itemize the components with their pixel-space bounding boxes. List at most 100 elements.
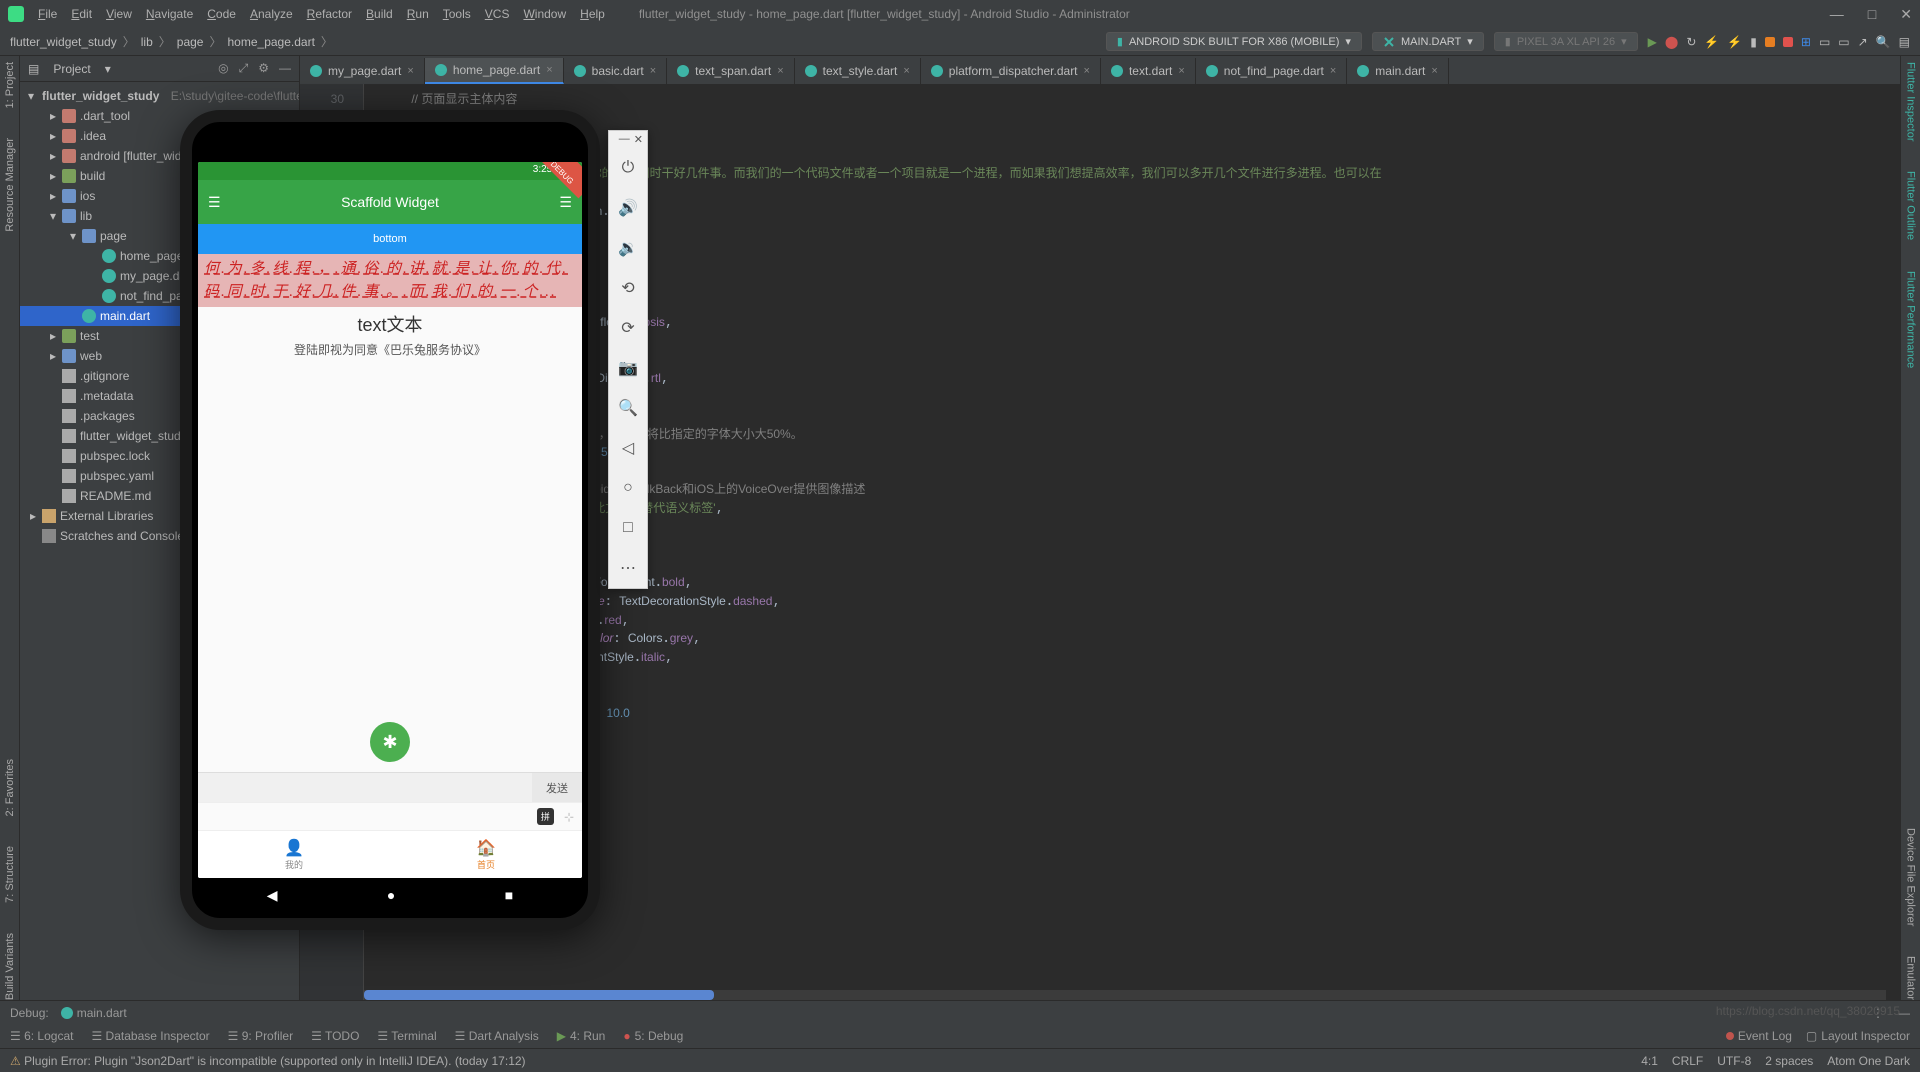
bottom-tab[interactable]: ☰ Terminal (377, 1029, 436, 1043)
layout-inspector[interactable]: ▢ Layout Inspector (1806, 1029, 1910, 1043)
hot-restart-icon[interactable]: ⚡ (1727, 35, 1742, 49)
volume-up-icon[interactable]: 🔊 (609, 188, 647, 228)
bottom-tabs[interactable]: ☰ 6: Logcat☰ Database Inspector☰ 9: Prof… (0, 1024, 1920, 1048)
input-method-icon[interactable]: 拼 (537, 808, 554, 825)
right-stripe[interactable]: Flutter Inspector Flutter Outline Flutte… (1900, 56, 1920, 1000)
menu-code[interactable]: Code (207, 7, 236, 21)
volume-down-icon[interactable]: 🔉 (609, 228, 647, 268)
power-icon[interactable]: ⏻ (609, 148, 647, 188)
hide-icon[interactable]: — (279, 61, 291, 76)
action-icon[interactable] (1765, 37, 1775, 47)
avatar-icon[interactable]: ▤ (1899, 35, 1910, 49)
nav-item-mine[interactable]: 👤我的 (198, 831, 390, 878)
crumb[interactable]: flutter_widget_study (10, 35, 117, 49)
stripe-structure[interactable]: 7: Structure (4, 846, 16, 903)
bottom-tab[interactable]: ☰ Database Inspector (91, 1029, 209, 1043)
editor-tab[interactable]: main.dart× (1347, 58, 1448, 84)
rotate-left-icon[interactable]: ⟲ (609, 268, 647, 308)
stripe-emulator[interactable]: Emulator (1905, 956, 1917, 1000)
caret-pos[interactable]: 4:1 (1641, 1054, 1658, 1068)
menu-build[interactable]: Build (366, 7, 393, 21)
rotate-right-icon[interactable]: ⟳ (609, 308, 647, 348)
minimize-icon[interactable]: — (1830, 6, 1844, 23)
editor-tab[interactable]: home_page.dart× (425, 58, 564, 84)
close-tab-icon[interactable]: × (903, 65, 909, 77)
close-tab-icon[interactable]: × (1084, 65, 1090, 77)
bottom-tab[interactable]: ▶ 4: Run (557, 1029, 606, 1043)
bottom-tab[interactable]: ☰ Dart Analysis (455, 1029, 539, 1043)
close-icon[interactable]: ✕ (1900, 6, 1912, 23)
menu-vcs[interactable]: VCS (485, 7, 510, 21)
encoding[interactable]: UTF-8 (1717, 1054, 1751, 1068)
close-tab-icon[interactable]: × (1330, 65, 1336, 77)
editor-tabs[interactable]: my_page.dart×home_page.dart×basic.dart×t… (300, 56, 1900, 84)
editor-tab[interactable]: text_span.dart× (667, 58, 795, 84)
menu-edit[interactable]: Edit (71, 7, 92, 21)
editor-tab[interactable]: basic.dart× (564, 58, 667, 84)
zoom-icon[interactable]: 🔍 (609, 388, 647, 428)
stripe-favorites[interactable]: 2: Favorites (4, 759, 16, 816)
back-btn-icon[interactable]: ◁ (609, 428, 647, 468)
overview-btn-icon[interactable]: □ (609, 508, 647, 548)
hot-reload-icon[interactable]: ⚡ (1704, 35, 1719, 49)
menu-help[interactable]: Help (580, 7, 605, 21)
close-tab-icon[interactable]: × (407, 65, 413, 77)
editor-tab[interactable]: my_page.dart× (300, 58, 425, 84)
device-selector[interactable]: ▮ANDROID SDK BUILT FOR X86 (MOBILE)▾ (1106, 32, 1362, 51)
run-target-selector[interactable]: MAIN.DART▾ (1372, 32, 1484, 51)
emulator-selector[interactable]: ▮PIXEL 3A XL API 26▾ (1494, 32, 1638, 51)
close-tab-icon[interactable]: × (546, 64, 552, 76)
theme[interactable]: Atom One Dark (1827, 1054, 1910, 1068)
crumb[interactable]: lib (141, 35, 153, 49)
stripe-project[interactable]: 1: Project (4, 62, 16, 108)
menu-view[interactable]: View (106, 7, 132, 21)
text-input[interactable] (198, 773, 532, 802)
gear-icon[interactable]: ⚙ (258, 61, 269, 76)
editor-tab[interactable]: text.dart× (1101, 58, 1196, 84)
close-tab-icon[interactable]: × (650, 65, 656, 77)
home-btn-icon[interactable]: ○ (609, 468, 647, 508)
overview-icon[interactable]: ■ (505, 887, 513, 903)
camera-icon[interactable]: 📷 (609, 348, 647, 388)
drawer-icon[interactable]: ☰ (559, 194, 572, 211)
send-button[interactable]: 发送 (532, 773, 582, 802)
tool2-icon[interactable]: ▭ (1838, 35, 1849, 49)
bottom-tab[interactable]: ☰ TODO (311, 1029, 359, 1043)
more-btn-icon[interactable]: ⋯ (609, 548, 647, 588)
menu-navigate[interactable]: Navigate (146, 7, 193, 21)
bottom-tab[interactable]: ● 5: Debug (623, 1029, 683, 1043)
tree-scratches[interactable]: Scratches and Consoles (60, 529, 190, 543)
horizontal-scrollbar[interactable] (364, 990, 1886, 1000)
home-icon[interactable]: ● (387, 887, 395, 903)
debug-icon[interactable]: ⬤ (1665, 35, 1678, 49)
debug-target[interactable]: main.dart (61, 1006, 127, 1020)
menu-refactor[interactable]: Refactor (307, 7, 352, 21)
stop-icon[interactable] (1783, 37, 1793, 47)
breadcrumb[interactable]: flutter_widget_study〉lib〉page〉home_page.… (10, 33, 333, 50)
editor-tab[interactable]: not_find_page.dart× (1196, 58, 1348, 84)
editor-tab[interactable]: text_style.dart× (795, 58, 921, 84)
collapse-icon[interactable]: ⤢ (239, 61, 249, 76)
bottom-tab[interactable]: ☰ 6: Logcat (10, 1029, 73, 1043)
coverage-icon[interactable]: ↻ (1686, 35, 1696, 49)
target-icon[interactable]: ◎ (218, 61, 228, 76)
fab-button[interactable]: ✱ (370, 722, 410, 762)
stripe-variants[interactable]: Build Variants (4, 933, 16, 1000)
tool1-icon[interactable]: ▭ (1819, 35, 1830, 49)
stripe-performance[interactable]: Flutter Performance (1905, 271, 1917, 368)
app-bar[interactable]: ☰ Scaffold Widget ☰ (198, 180, 582, 224)
close-tab-icon[interactable]: × (1431, 65, 1437, 77)
run-icon[interactable]: ▶ (1648, 35, 1657, 49)
tool3-icon[interactable]: ↗ (1858, 35, 1868, 49)
project-view-selector[interactable]: Project (45, 60, 98, 78)
menu-analyze[interactable]: Analyze (250, 7, 293, 21)
editor-tab[interactable]: platform_dispatcher.dart× (921, 58, 1101, 84)
search-icon[interactable]: 🔍 (1876, 35, 1891, 49)
menu-window[interactable]: Window (523, 7, 566, 21)
menu-run[interactable]: Run (407, 7, 429, 21)
nav-item-home[interactable]: 🏠首页 (390, 831, 582, 878)
stripe-inspector[interactable]: Flutter Inspector (1905, 62, 1917, 141)
menu-icon[interactable]: ☰ (208, 194, 221, 211)
main-menu[interactable]: FileEditViewNavigateCodeAnalyzeRefactorB… (38, 7, 605, 21)
indent[interactable]: 2 spaces (1765, 1054, 1813, 1068)
